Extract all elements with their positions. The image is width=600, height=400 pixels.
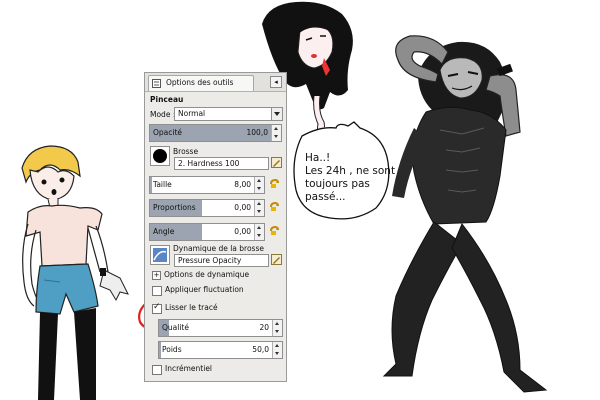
angle-slider-label: Angle [153,227,175,236]
brush-name-field[interactable]: 2. Hardness 100 [174,157,269,170]
quality-slider-value: 20 [259,323,269,332]
opacity-spin-arrows-icon[interactable] [271,125,281,141]
tab-tool-options[interactable]: Options des outils [148,75,254,91]
apply-jitter-label: Appliquer fluctuation [165,285,244,294]
brush-label: Brosse [173,147,199,156]
reset-angle-icon[interactable] [269,225,280,236]
dynamics-name-field[interactable]: Pressure Opacity [174,254,269,267]
size-slider-value: 8,00 [234,180,251,189]
smooth-stroke-checkbox[interactable] [152,302,162,314]
incremental-label: Incrémentiel [165,364,213,373]
opacity-slider[interactable]: Opacité 100,0 [149,124,282,142]
comic-artwork [21,1,548,400]
weight-slider-fill [159,342,161,358]
dynamics-label: Dynamique de la brosse [173,244,264,253]
incremental-checkbox[interactable] [152,365,162,375]
edit-brush-icon[interactable] [271,157,282,168]
apply-jitter-checkbox[interactable] [152,286,162,296]
speech-line: Les 24h , ne sont [305,165,396,177]
grey-muscular-figure-drawing [382,35,548,393]
angle-slider[interactable]: Angle 0,00 [149,223,265,241]
tab-menu-icon[interactable]: ◂ [270,76,282,88]
smooth-stroke-label: Lisser le tracé [165,303,218,312]
proportions-slider-label: Proportions [153,203,196,212]
blonde-girl-drawing [21,145,129,400]
opacity-slider-label: Opacité [153,128,183,137]
size-slider[interactable]: Taille 8,00 [149,176,265,194]
proportions-slider[interactable]: Proportions 0,00 [149,199,265,217]
angle-slider-value: 0,00 [234,227,251,236]
brush-name-value: 2. Hardness 100 [178,159,240,168]
angle-spin-arrows-icon[interactable] [254,224,264,240]
mode-dropdown[interactable]: Normal [174,107,283,121]
speech-line: passé... [305,191,346,203]
tool-name-heading: Pinceau [150,95,184,104]
weight-spin-arrows-icon[interactable] [272,342,282,358]
dynamics-options-expander[interactable]: Options de dynamique [164,270,249,279]
tool-options-panel: Options des outils ◂ Pinceau Mode : Norm… [144,72,287,382]
proportions-spin-arrows-icon[interactable] [254,200,264,216]
size-slider-label: Taille [153,180,172,189]
speech-line: Ha..! [305,152,331,164]
chevron-down-icon [271,108,282,120]
edit-dynamics-icon[interactable] [271,254,282,265]
reset-size-icon[interactable] [269,178,280,189]
size-slider-fill [150,177,152,193]
mode-dropdown-value: Normal [178,109,206,118]
dynamics-preview[interactable] [150,245,170,265]
speech-bubble-text: Ha..! Les 24h , ne sont toujours pas pas… [305,152,395,204]
opacity-slider-value: 100,0 [246,128,268,137]
tab-tool-options-label: Options des outils [166,78,234,87]
dynamics-icon [153,248,167,262]
weight-slider-value: 50,0 [252,345,269,354]
expander-plus-icon[interactable]: + [152,271,161,280]
proportions-slider-value: 0,00 [234,203,251,212]
quality-slider[interactable]: Qualité 20 [158,319,283,337]
brush-preview[interactable] [150,146,170,166]
weight-slider[interactable]: Poids 50,0 [158,341,283,359]
size-spin-arrows-icon[interactable] [254,177,264,193]
quality-spin-arrows-icon[interactable] [272,320,282,336]
quality-slider-label: Qualité [162,323,189,332]
tool-options-icon [152,79,161,88]
dynamics-name-value: Pressure Opacity [178,256,242,265]
panel-tab-bar: Options des outils ◂ [145,73,286,92]
reset-proportions-icon[interactable] [269,201,280,212]
mode-label: Mode : [150,110,176,119]
speech-line: toujours pas [305,178,370,190]
weight-slider-label: Poids [162,345,182,354]
